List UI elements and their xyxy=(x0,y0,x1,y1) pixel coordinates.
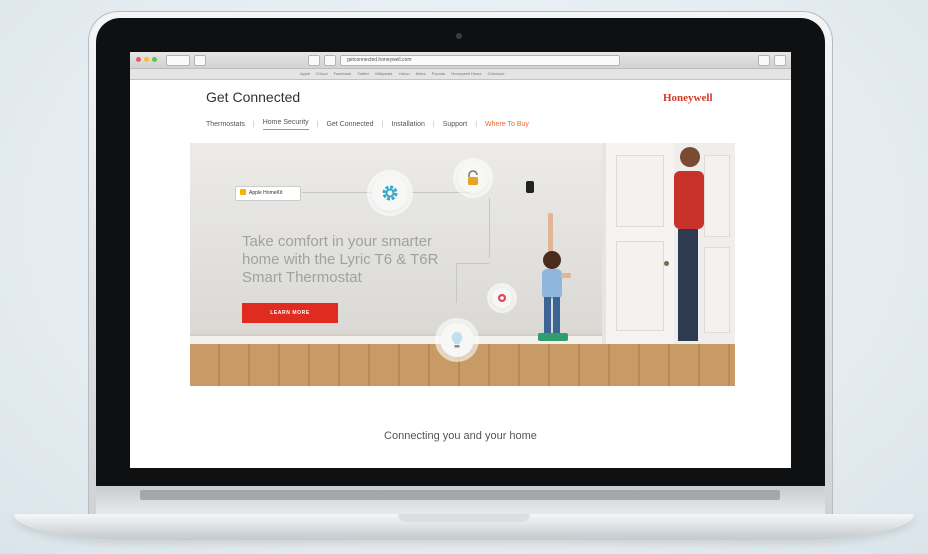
bookmark-item[interactable]: Yahoo xyxy=(398,71,409,76)
homekit-icon xyxy=(240,189,246,195)
bookmark-item[interactable]: Twitter xyxy=(357,71,369,76)
main-nav: Thermostats | Home Security | Get Connec… xyxy=(206,119,529,130)
laptop-screen: getconnected.honeywell.com Apple iCloud Fa… xyxy=(130,52,791,468)
nav-separator: | xyxy=(252,121,255,128)
close-window-icon[interactable] xyxy=(136,57,141,62)
hero-banner: Apple HomeKit Take comfort in your smart… xyxy=(190,143,735,386)
connector-line xyxy=(410,192,470,193)
gear-icon xyxy=(372,175,408,211)
child-figure xyxy=(538,213,571,341)
badge-label: Apple HomeKit xyxy=(249,190,283,196)
bookmark-item[interactable]: Apple xyxy=(300,71,310,76)
camera-icon xyxy=(456,33,462,39)
nav-separator: | xyxy=(381,121,384,128)
bookmark-item[interactable]: Wikipedia xyxy=(375,71,392,76)
man-figure xyxy=(674,147,704,341)
downloads-button[interactable] xyxy=(758,55,770,66)
zoom-window-icon[interactable] xyxy=(152,57,157,62)
address-bar[interactable]: getconnected.honeywell.com xyxy=(340,55,620,66)
nav-item-home-security[interactable]: Home Security xyxy=(262,119,309,130)
thermostat-device xyxy=(526,181,534,193)
hinge-shadow xyxy=(140,490,780,500)
back-forward-button[interactable] xyxy=(166,55,190,66)
reload-button[interactable] xyxy=(324,55,336,66)
bookmark-item[interactable]: Checkout xyxy=(488,71,505,76)
nav-separator: | xyxy=(475,121,478,128)
nav-item-thermostats[interactable]: Thermostats xyxy=(206,121,245,128)
browser-toolbar: getconnected.honeywell.com xyxy=(130,52,791,69)
bookmark-item[interactable]: iCloud xyxy=(316,71,327,76)
bookmark-item[interactable]: Popular xyxy=(432,71,446,76)
nav-item-get-connected[interactable]: Get Connected xyxy=(326,121,373,128)
apple-homekit-badge: Apple HomeKit xyxy=(235,186,301,201)
nav-separator: | xyxy=(432,121,435,128)
bookmarks-bar: Apple iCloud Facebook Twitter Wikipedia Yahoo… xyxy=(130,69,791,80)
door-panel xyxy=(616,155,664,227)
bookmark-item[interactable]: Honeywell Home xyxy=(451,71,481,76)
bookmark-item[interactable]: News xyxy=(416,71,426,76)
learn-more-button[interactable]: LEARN MORE xyxy=(242,303,338,323)
door-frame xyxy=(602,143,678,344)
minimize-window-icon[interactable] xyxy=(144,57,149,62)
tagline: Connecting you and your home xyxy=(384,430,537,442)
bookmark-item[interactable]: Facebook xyxy=(334,71,352,76)
laptop-notch xyxy=(398,514,530,522)
tabs-button[interactable] xyxy=(774,55,786,66)
alarm-icon xyxy=(492,288,512,308)
lock-icon xyxy=(458,163,488,193)
honeywell-logo[interactable]: Honeywell xyxy=(663,92,713,104)
page-title: Get Connected xyxy=(206,89,301,105)
hero-headline: Take comfort in your smarter home with t… xyxy=(242,233,439,286)
nav-item-installation[interactable]: Installation xyxy=(391,121,424,128)
door-panel xyxy=(616,241,664,331)
nav-separator: | xyxy=(316,121,319,128)
nav-item-support[interactable]: Support xyxy=(443,121,468,128)
connector-line xyxy=(489,198,490,258)
share-button[interactable] xyxy=(308,55,320,66)
nav-item-where-to-buy[interactable]: Where To Buy xyxy=(485,121,529,128)
bookmarks-list: Apple iCloud Facebook Twitter Wikipedia Yahoo… xyxy=(300,71,505,76)
sidebar-toggle-button[interactable] xyxy=(194,55,206,66)
lightbulb-icon xyxy=(440,323,474,357)
